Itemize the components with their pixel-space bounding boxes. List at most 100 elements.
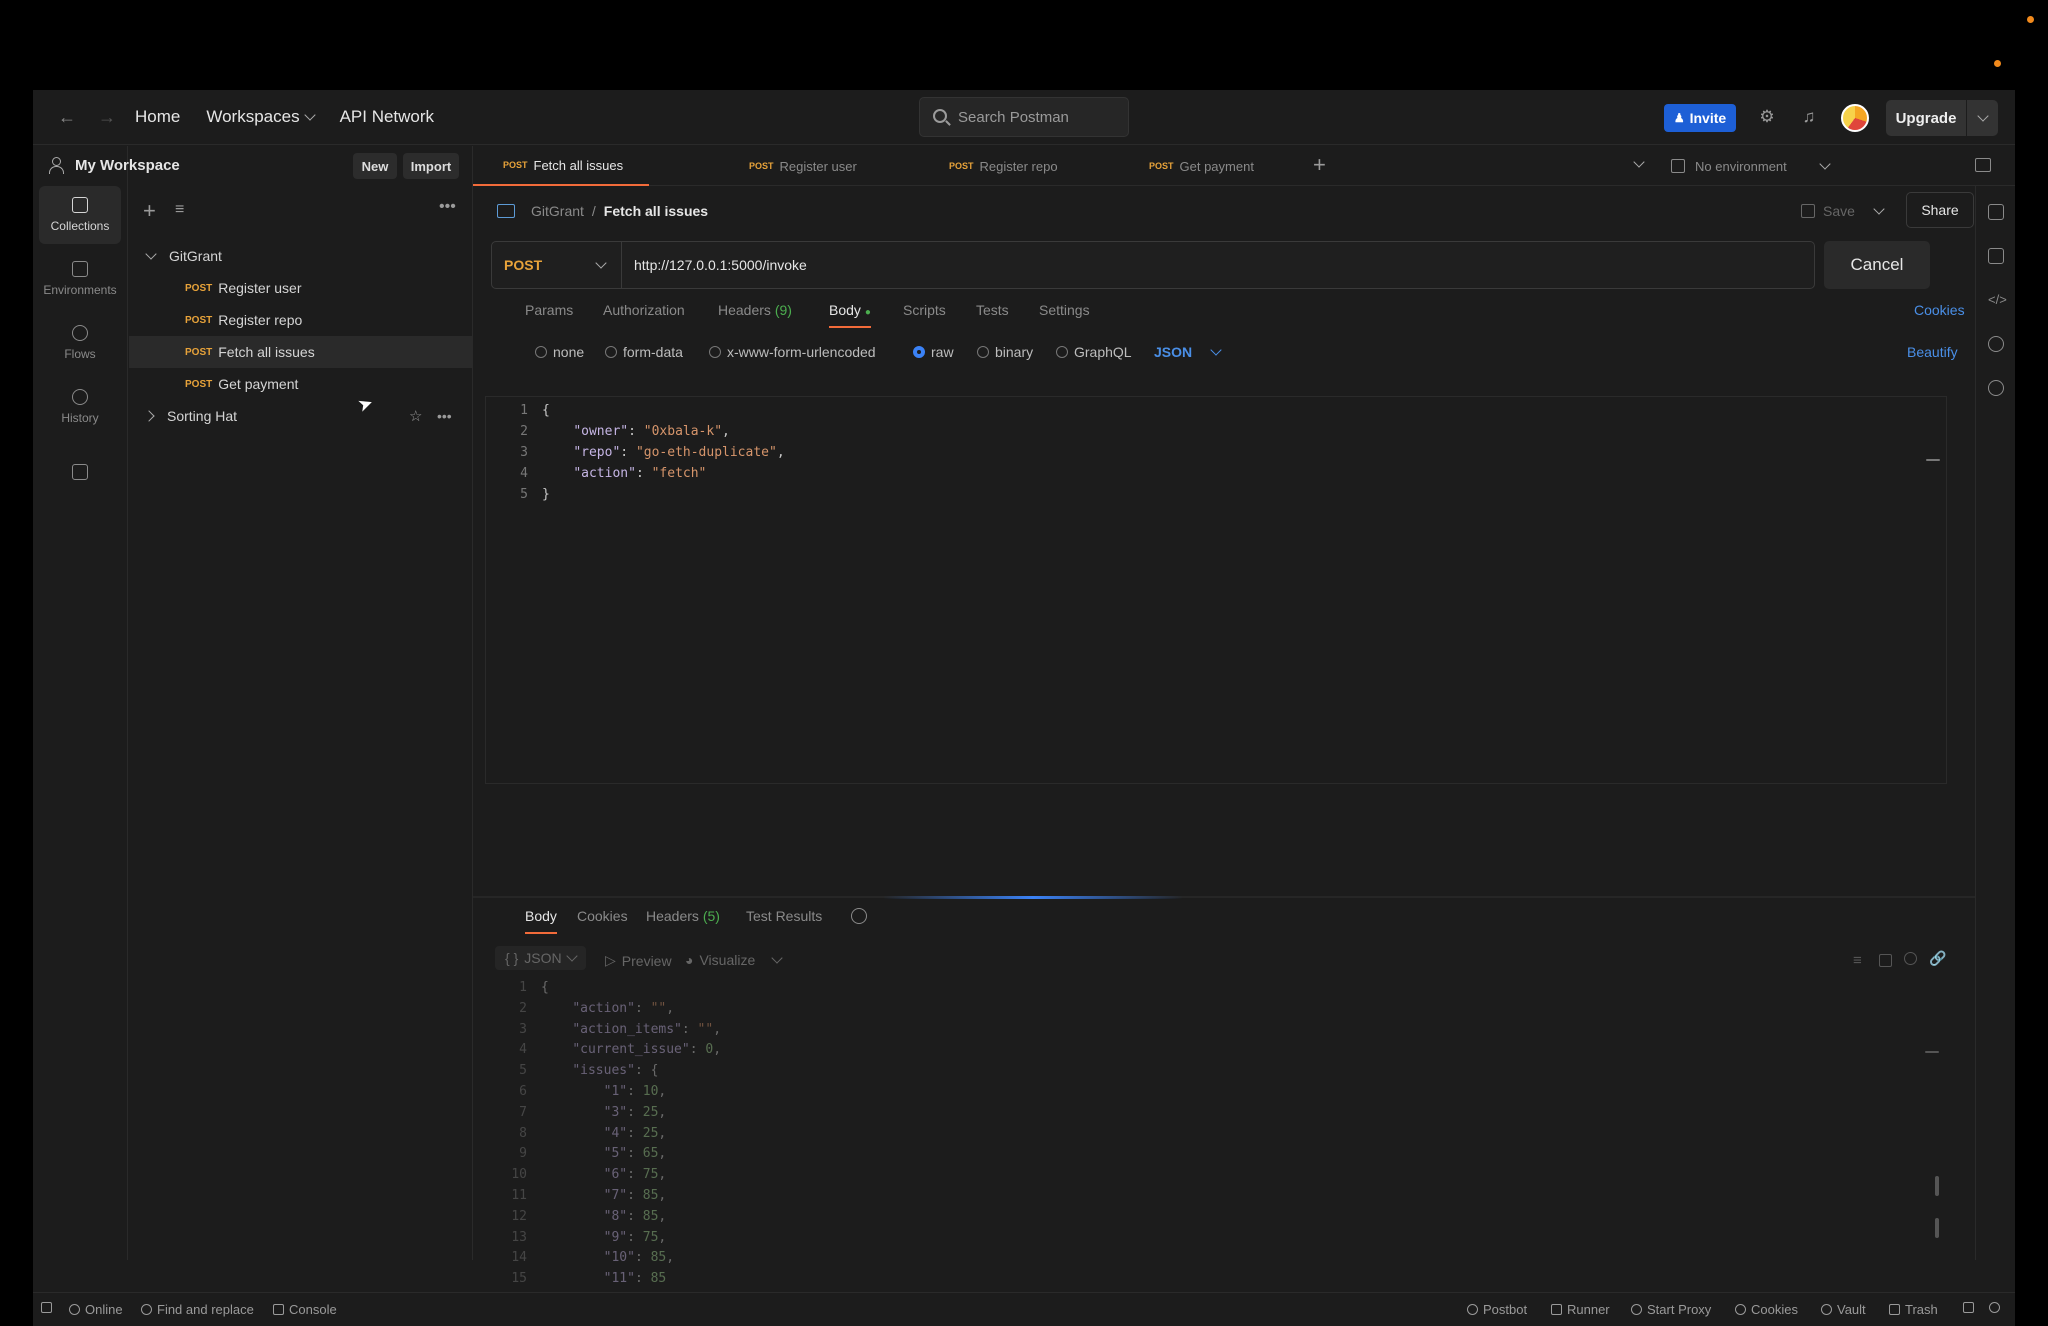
rail-environments[interactable]: Environments [39, 250, 121, 308]
rail-history[interactable]: History [39, 378, 121, 436]
star-icon[interactable]: ☆ [409, 407, 422, 425]
environment-quicklook-icon[interactable] [1975, 158, 1991, 172]
body-type-form-data[interactable]: form-data [605, 344, 683, 360]
rail-apps[interactable] [39, 452, 121, 492]
request-item-selected[interactable]: POST Fetch all issues [129, 336, 473, 368]
visualize-button[interactable]: ◕ Visualize [685, 952, 783, 968]
panel-divider[interactable] [473, 896, 1975, 899]
scrollbar[interactable] [1925, 1051, 1939, 1053]
status-label: Trash [1905, 1302, 1938, 1317]
documentation-icon[interactable] [1988, 204, 2004, 220]
beautify-link[interactable]: Beautify [1907, 344, 1958, 360]
workspaces-menu[interactable]: Workspaces [206, 107, 316, 127]
save-button[interactable]: Save [1801, 203, 1885, 219]
response-body-viewer[interactable]: 1{2 "action": "", 3 "action_items": "", 4 … [485, 976, 1947, 1294]
layout-icon[interactable] [1963, 1302, 1974, 1313]
tab-headers[interactable]: Headers (9) [718, 302, 792, 318]
cancel-button[interactable]: Cancel [1824, 241, 1930, 289]
code-icon[interactable]: </> [1988, 292, 2007, 308]
collection-gitgrant[interactable]: GitGrant [129, 240, 473, 272]
tabs-dropdown-icon[interactable] [1633, 156, 1645, 168]
body-type-binary[interactable]: binary [977, 344, 1033, 360]
request-item[interactable]: POST Register repo [129, 304, 473, 336]
request-item[interactable]: POST Register user [129, 272, 473, 304]
notification-bell-icon[interactable]: ♫ [1799, 107, 1819, 127]
response-tab-cookies[interactable]: Cookies [577, 908, 628, 924]
tab-params[interactable]: Params [525, 302, 573, 318]
body-type-urlencoded[interactable]: x-www-form-urlencoded [709, 344, 876, 360]
breadcrumb-request[interactable]: Fetch all issues [604, 203, 708, 219]
link-icon[interactable]: 🔗 [1929, 950, 1946, 967]
body-type-none[interactable]: none [535, 344, 584, 360]
chevron-down-icon[interactable] [1873, 203, 1885, 215]
tab-scripts[interactable]: Scripts [903, 302, 946, 318]
environment-selector[interactable]: No environment [1671, 146, 1831, 186]
request-item[interactable]: POST Get payment [129, 368, 473, 400]
response-tab-headers[interactable]: Headers (5) [646, 908, 720, 924]
response-format-select[interactable]: { } JSON [495, 946, 586, 970]
comments-icon[interactable] [1988, 248, 2004, 264]
url-input[interactable]: http://127.0.0.1:5000/invoke [622, 257, 807, 273]
tab-get-payment[interactable]: POST Get payment [1149, 146, 1254, 186]
settings-icon[interactable]: ⚙ [1757, 107, 1777, 127]
info-icon[interactable] [1988, 380, 2004, 396]
preview-button[interactable]: ▷ Preview [605, 952, 672, 969]
scrollbar[interactable] [1935, 1218, 1939, 1238]
back-arrow-icon[interactable]: ← [47, 107, 87, 128]
scrollbar[interactable] [1926, 459, 1940, 461]
tab-tests[interactable]: Tests [976, 302, 1009, 318]
related-icon[interactable] [1988, 336, 2004, 352]
body-type-raw[interactable]: raw [913, 344, 954, 360]
wrap-lines-icon[interactable]: ≡ [1853, 952, 1862, 969]
search-icon[interactable] [1904, 952, 1917, 965]
tab-body[interactable]: Body ● [829, 302, 871, 328]
online-status[interactable]: Online [69, 1302, 123, 1317]
home-link[interactable]: Home [135, 107, 180, 127]
response-tab-body[interactable]: Body [525, 908, 557, 934]
tab-register-user[interactable]: POST Register user [749, 146, 857, 186]
share-button[interactable]: Share [1906, 192, 1974, 228]
response-history-icon[interactable] [851, 908, 867, 924]
add-icon[interactable]: + [143, 198, 156, 224]
upgrade-dropdown[interactable] [1966, 100, 1998, 136]
avatar[interactable] [1841, 104, 1869, 132]
more-options-icon[interactable]: ••• [437, 408, 452, 424]
copy-icon[interactable] [1879, 954, 1892, 967]
tab-authorization[interactable]: Authorization [603, 302, 685, 318]
runner-button[interactable]: Runner [1551, 1302, 1610, 1317]
search-input[interactable]: Search Postman [919, 97, 1129, 137]
indicator-dot [1994, 60, 2001, 67]
body-type-graphql[interactable]: GraphQL [1056, 344, 1132, 360]
cookies-link[interactable]: Cookies [1914, 302, 1965, 318]
find-and-replace[interactable]: Find and replace [141, 1302, 254, 1317]
trash-button[interactable]: Trash [1889, 1302, 1938, 1317]
rail-collections[interactable]: Collections [39, 186, 121, 244]
api-network-link[interactable]: API Network [340, 107, 434, 127]
rail-flows[interactable]: Flows [39, 314, 121, 372]
body-format-select[interactable]: JSON [1154, 344, 1222, 360]
filter-icon[interactable]: ≡ [175, 201, 184, 219]
request-body-editor[interactable]: 1{2 "owner": "0xbala-k", 3 "repo": "go-et… [485, 396, 1947, 784]
collection-sorting-hat[interactable]: Sorting Hat ☆ ••• [129, 400, 473, 432]
more-options-icon[interactable]: ••• [439, 198, 456, 216]
forward-arrow-icon[interactable]: → [87, 107, 127, 128]
method-select[interactable]: POST [492, 242, 622, 288]
new-tab-icon[interactable]: + [1313, 152, 1326, 178]
start-proxy-button[interactable]: Start Proxy [1631, 1302, 1711, 1317]
console-button[interactable]: Console [273, 1302, 337, 1317]
vault-button[interactable]: Vault [1821, 1302, 1866, 1317]
tab-register-repo[interactable]: POST Register repo [949, 146, 1058, 186]
upgrade-button[interactable]: Upgrade [1886, 100, 1998, 136]
tab-label: Fetch all issues [533, 157, 624, 173]
vault-icon [1821, 1304, 1832, 1315]
tab-settings[interactable]: Settings [1039, 302, 1090, 318]
invite-button[interactable]: ♟ Invite [1664, 104, 1736, 132]
help-icon[interactable] [1989, 1302, 2000, 1313]
cookies-button[interactable]: Cookies [1735, 1302, 1798, 1317]
tab-fetch-all-issues[interactable]: POST Fetch all issues [473, 146, 650, 186]
postbot-button[interactable]: Postbot [1467, 1302, 1527, 1317]
toggle-sidebar-icon[interactable] [41, 1302, 52, 1313]
response-tab-test-results[interactable]: Test Results [746, 908, 822, 924]
scrollbar[interactable] [1935, 1176, 1939, 1196]
breadcrumb-collection[interactable]: GitGrant [531, 203, 584, 219]
